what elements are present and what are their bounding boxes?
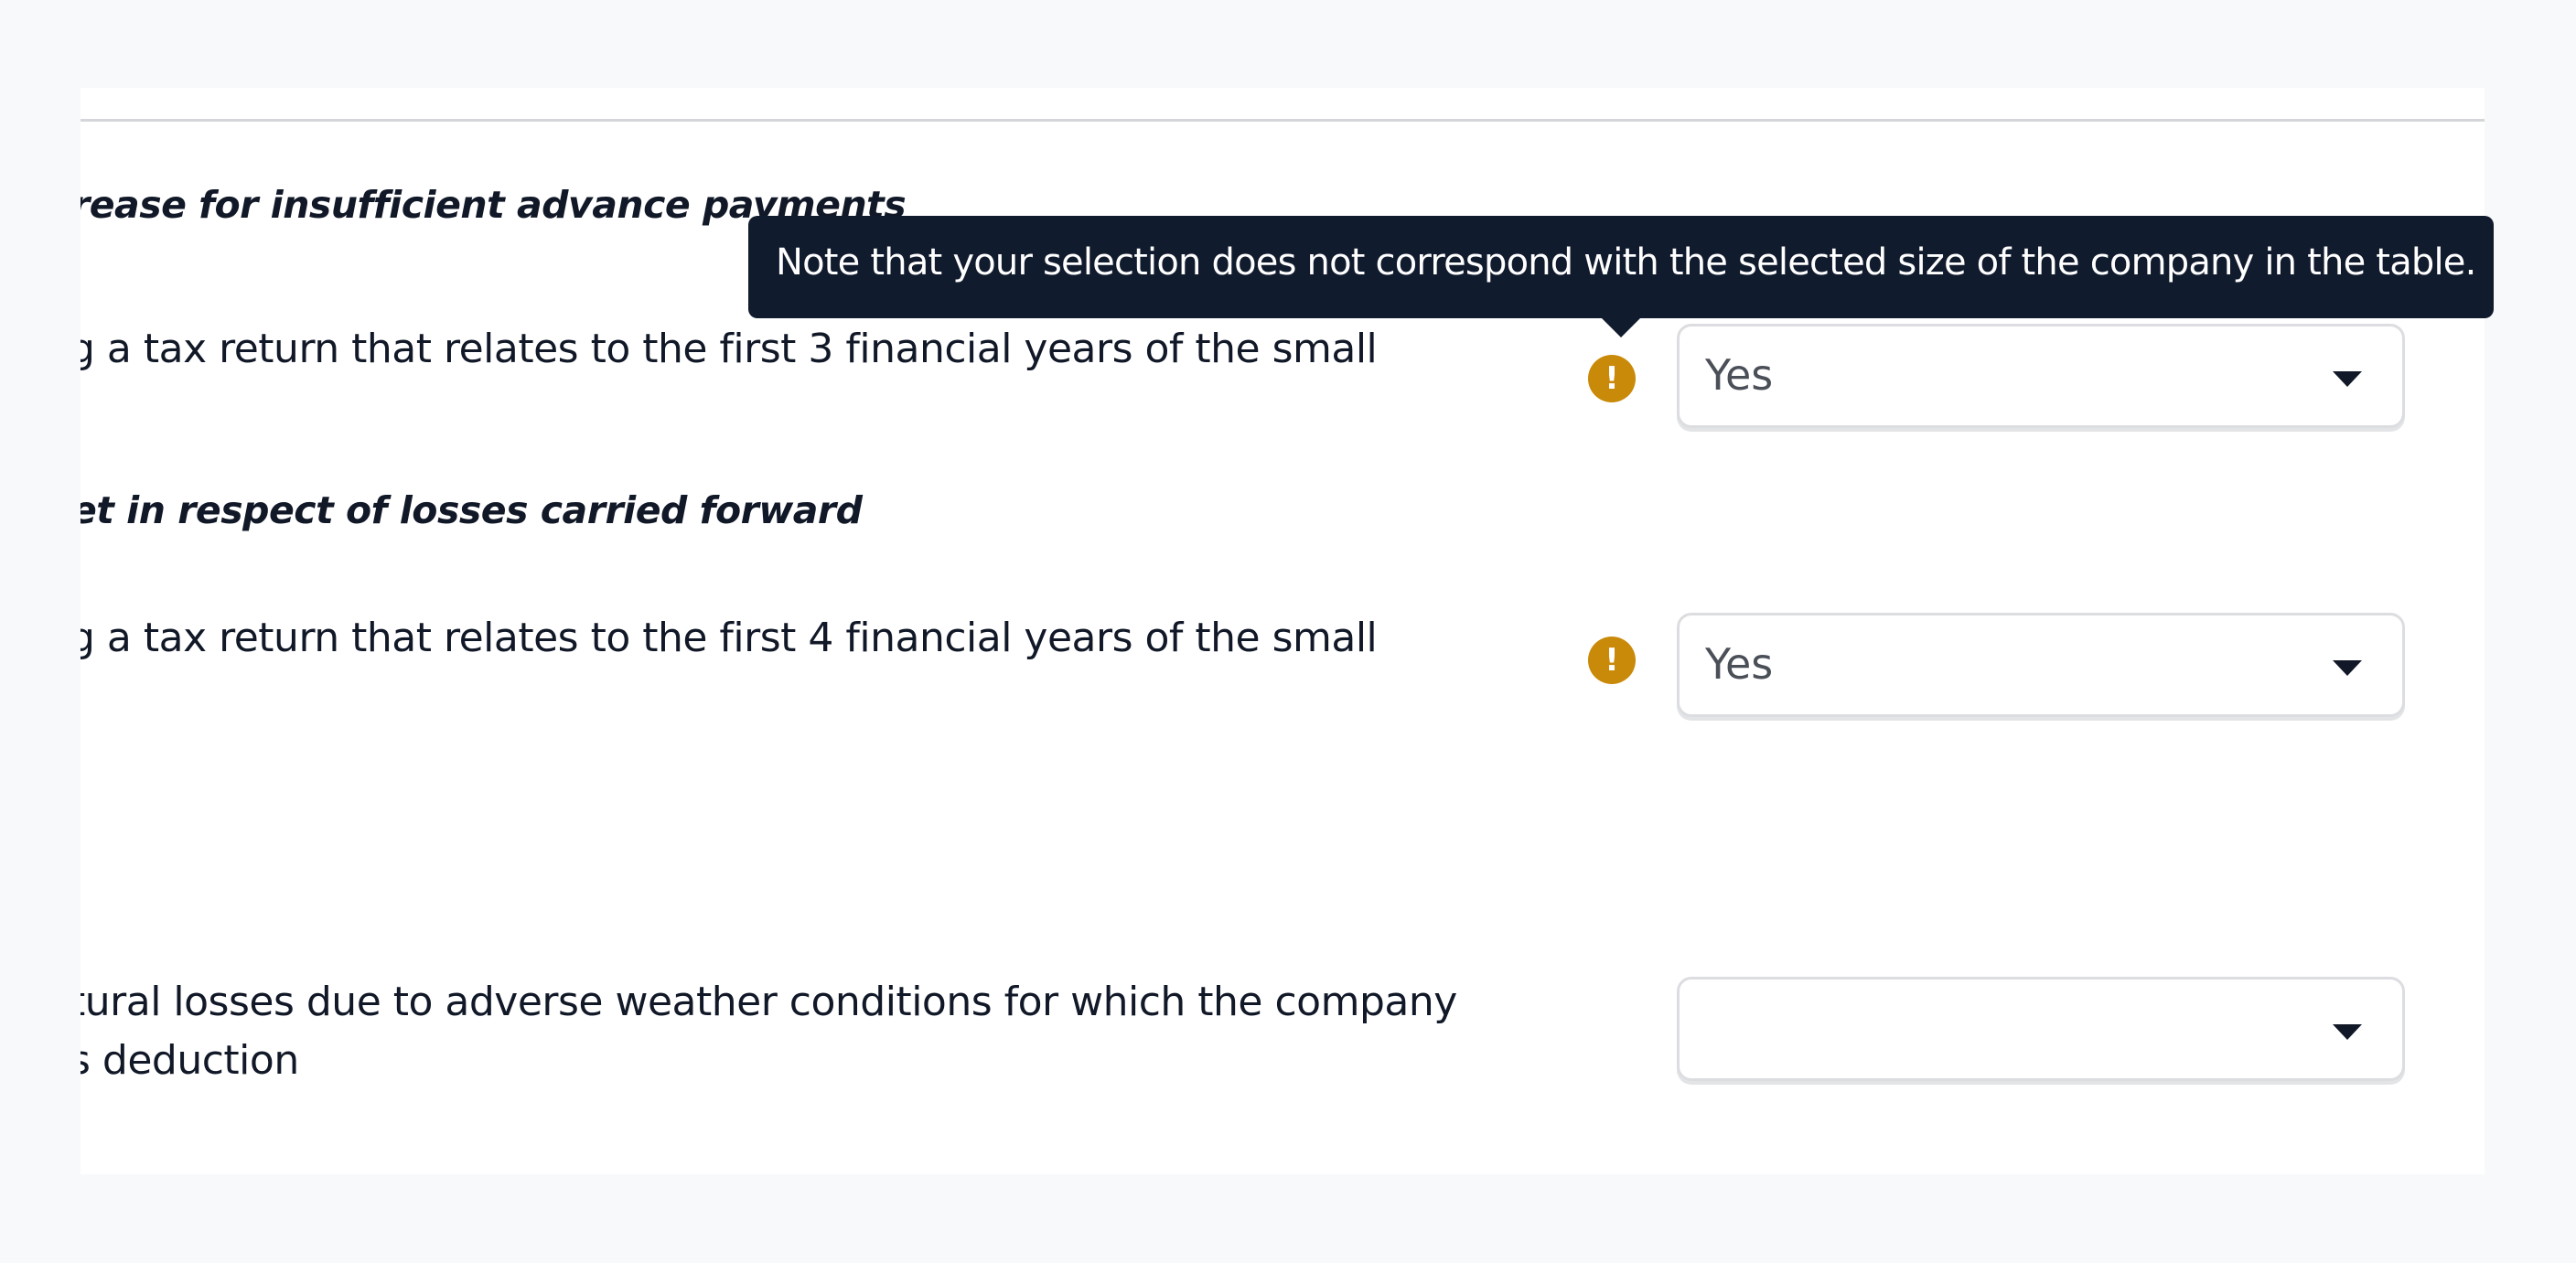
select-weather-losses[interactable] bbox=[1677, 977, 2405, 1081]
chevron-down-icon bbox=[2333, 660, 2362, 676]
tooltip-arrow bbox=[1601, 317, 1641, 337]
chevron-down-icon bbox=[2333, 371, 2362, 387]
warning-icon[interactable]: ! bbox=[1588, 637, 1636, 684]
select-first-3-years[interactable]: Yes bbox=[1677, 324, 2405, 428]
warning-tooltip: Note that your selection does not corres… bbox=[748, 216, 2494, 318]
section-divider bbox=[80, 119, 2485, 122]
chevron-down-icon bbox=[2333, 1024, 2362, 1040]
question-text-weather-losses-line2: s deduction bbox=[80, 1037, 299, 1084]
select-first-4-years[interactable]: Yes bbox=[1677, 613, 2405, 717]
question-text-first-3-years: g a tax return that relates to the first… bbox=[80, 326, 1378, 372]
select-value: Yes bbox=[1705, 639, 1774, 689]
question-text-first-4-years: g a tax return that relates to the first… bbox=[80, 615, 1378, 661]
warning-icon[interactable]: ! bbox=[1588, 355, 1636, 402]
section-heading-losses-carried-forward: et in respect of losses carried forward bbox=[80, 488, 863, 532]
select-value: Yes bbox=[1705, 350, 1774, 400]
question-text-weather-losses: tural losses due to adverse weather cond… bbox=[80, 979, 1457, 1025]
